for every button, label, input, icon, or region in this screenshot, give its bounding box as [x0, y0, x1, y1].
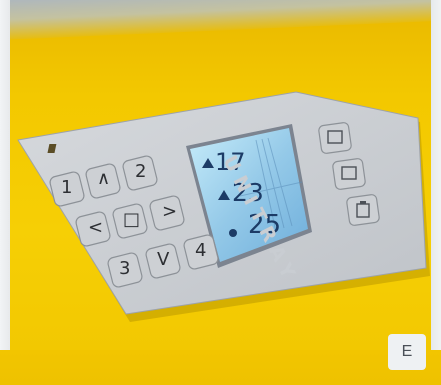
- key-center[interactable]: □: [123, 209, 140, 230]
- key-right[interactable]: >: [162, 201, 177, 222]
- corner-label-badge: E: [388, 334, 426, 370]
- key-2[interactable]: 2: [135, 161, 146, 182]
- control-panel: 17 23 25 UNITRAY 1 ∧ 2 < □ > 3 V 4: [0, 0, 441, 385]
- key-3[interactable]: 3: [119, 258, 130, 279]
- key-4[interactable]: 4: [195, 240, 206, 261]
- key-down[interactable]: V: [157, 249, 169, 270]
- key-1[interactable]: 1: [61, 177, 72, 198]
- key-left[interactable]: <: [88, 217, 103, 238]
- key-up[interactable]: ∧: [97, 168, 110, 189]
